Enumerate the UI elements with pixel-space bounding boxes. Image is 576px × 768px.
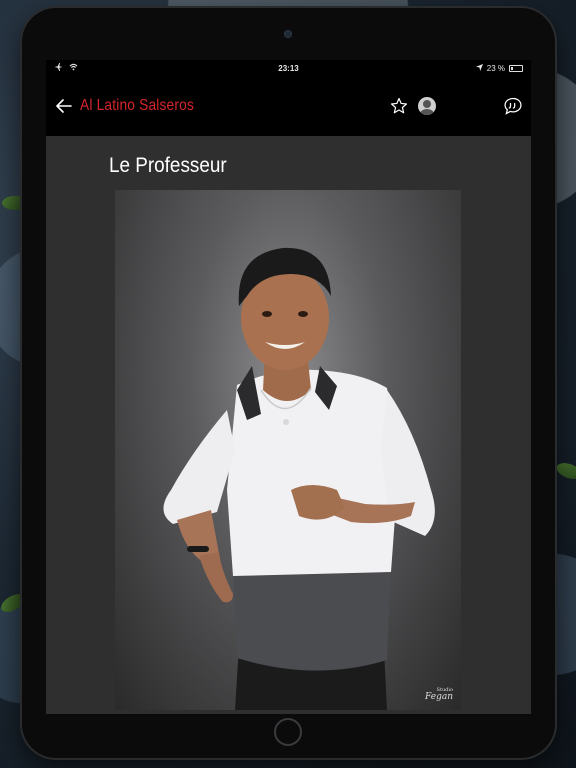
- airplane-icon: [54, 63, 63, 73]
- article-content: Le Professeur Studio Fegan: [46, 136, 531, 714]
- home-button[interactable]: [274, 718, 302, 746]
- battery-icon: [509, 64, 523, 72]
- location-arrow-icon: [475, 63, 483, 73]
- nav-bar: Al Latino Salseros: [46, 76, 531, 136]
- star-icon: [390, 97, 408, 114]
- comments-button[interactable]: [503, 96, 523, 116]
- status-right: 23 %: [363, 63, 523, 73]
- article-photo[interactable]: Studio Fegan: [115, 190, 461, 710]
- avatar: [418, 97, 436, 115]
- battery-percent: 23 %: [486, 63, 505, 73]
- nav-actions: [389, 96, 523, 116]
- status-time: 23:13: [278, 63, 299, 73]
- article-title: Le Professeur: [109, 154, 227, 177]
- quote-bubble-icon: [504, 97, 522, 115]
- back-button[interactable]: [54, 96, 74, 116]
- front-camera: [284, 30, 292, 38]
- photo-watermark: Studio Fegan: [425, 688, 453, 702]
- status-bar: 23:13 23 %: [46, 60, 531, 76]
- profile-button[interactable]: [417, 96, 437, 116]
- dancer-portrait: [163, 247, 435, 710]
- watermark-name: Fegan: [424, 692, 453, 702]
- status-left: [54, 63, 214, 73]
- app-title: Al Latino Salseros: [80, 97, 195, 114]
- wifi-icon: [69, 63, 78, 73]
- tablet-device: 23:13 23 % Al Latino Salseros Le Profess…: [22, 8, 555, 758]
- back-arrow-icon: [56, 99, 72, 113]
- battery-fill: [511, 66, 513, 70]
- favorite-button[interactable]: [389, 96, 409, 116]
- screen: 23:13 23 % Al Latino Salseros Le Profess…: [46, 60, 531, 714]
